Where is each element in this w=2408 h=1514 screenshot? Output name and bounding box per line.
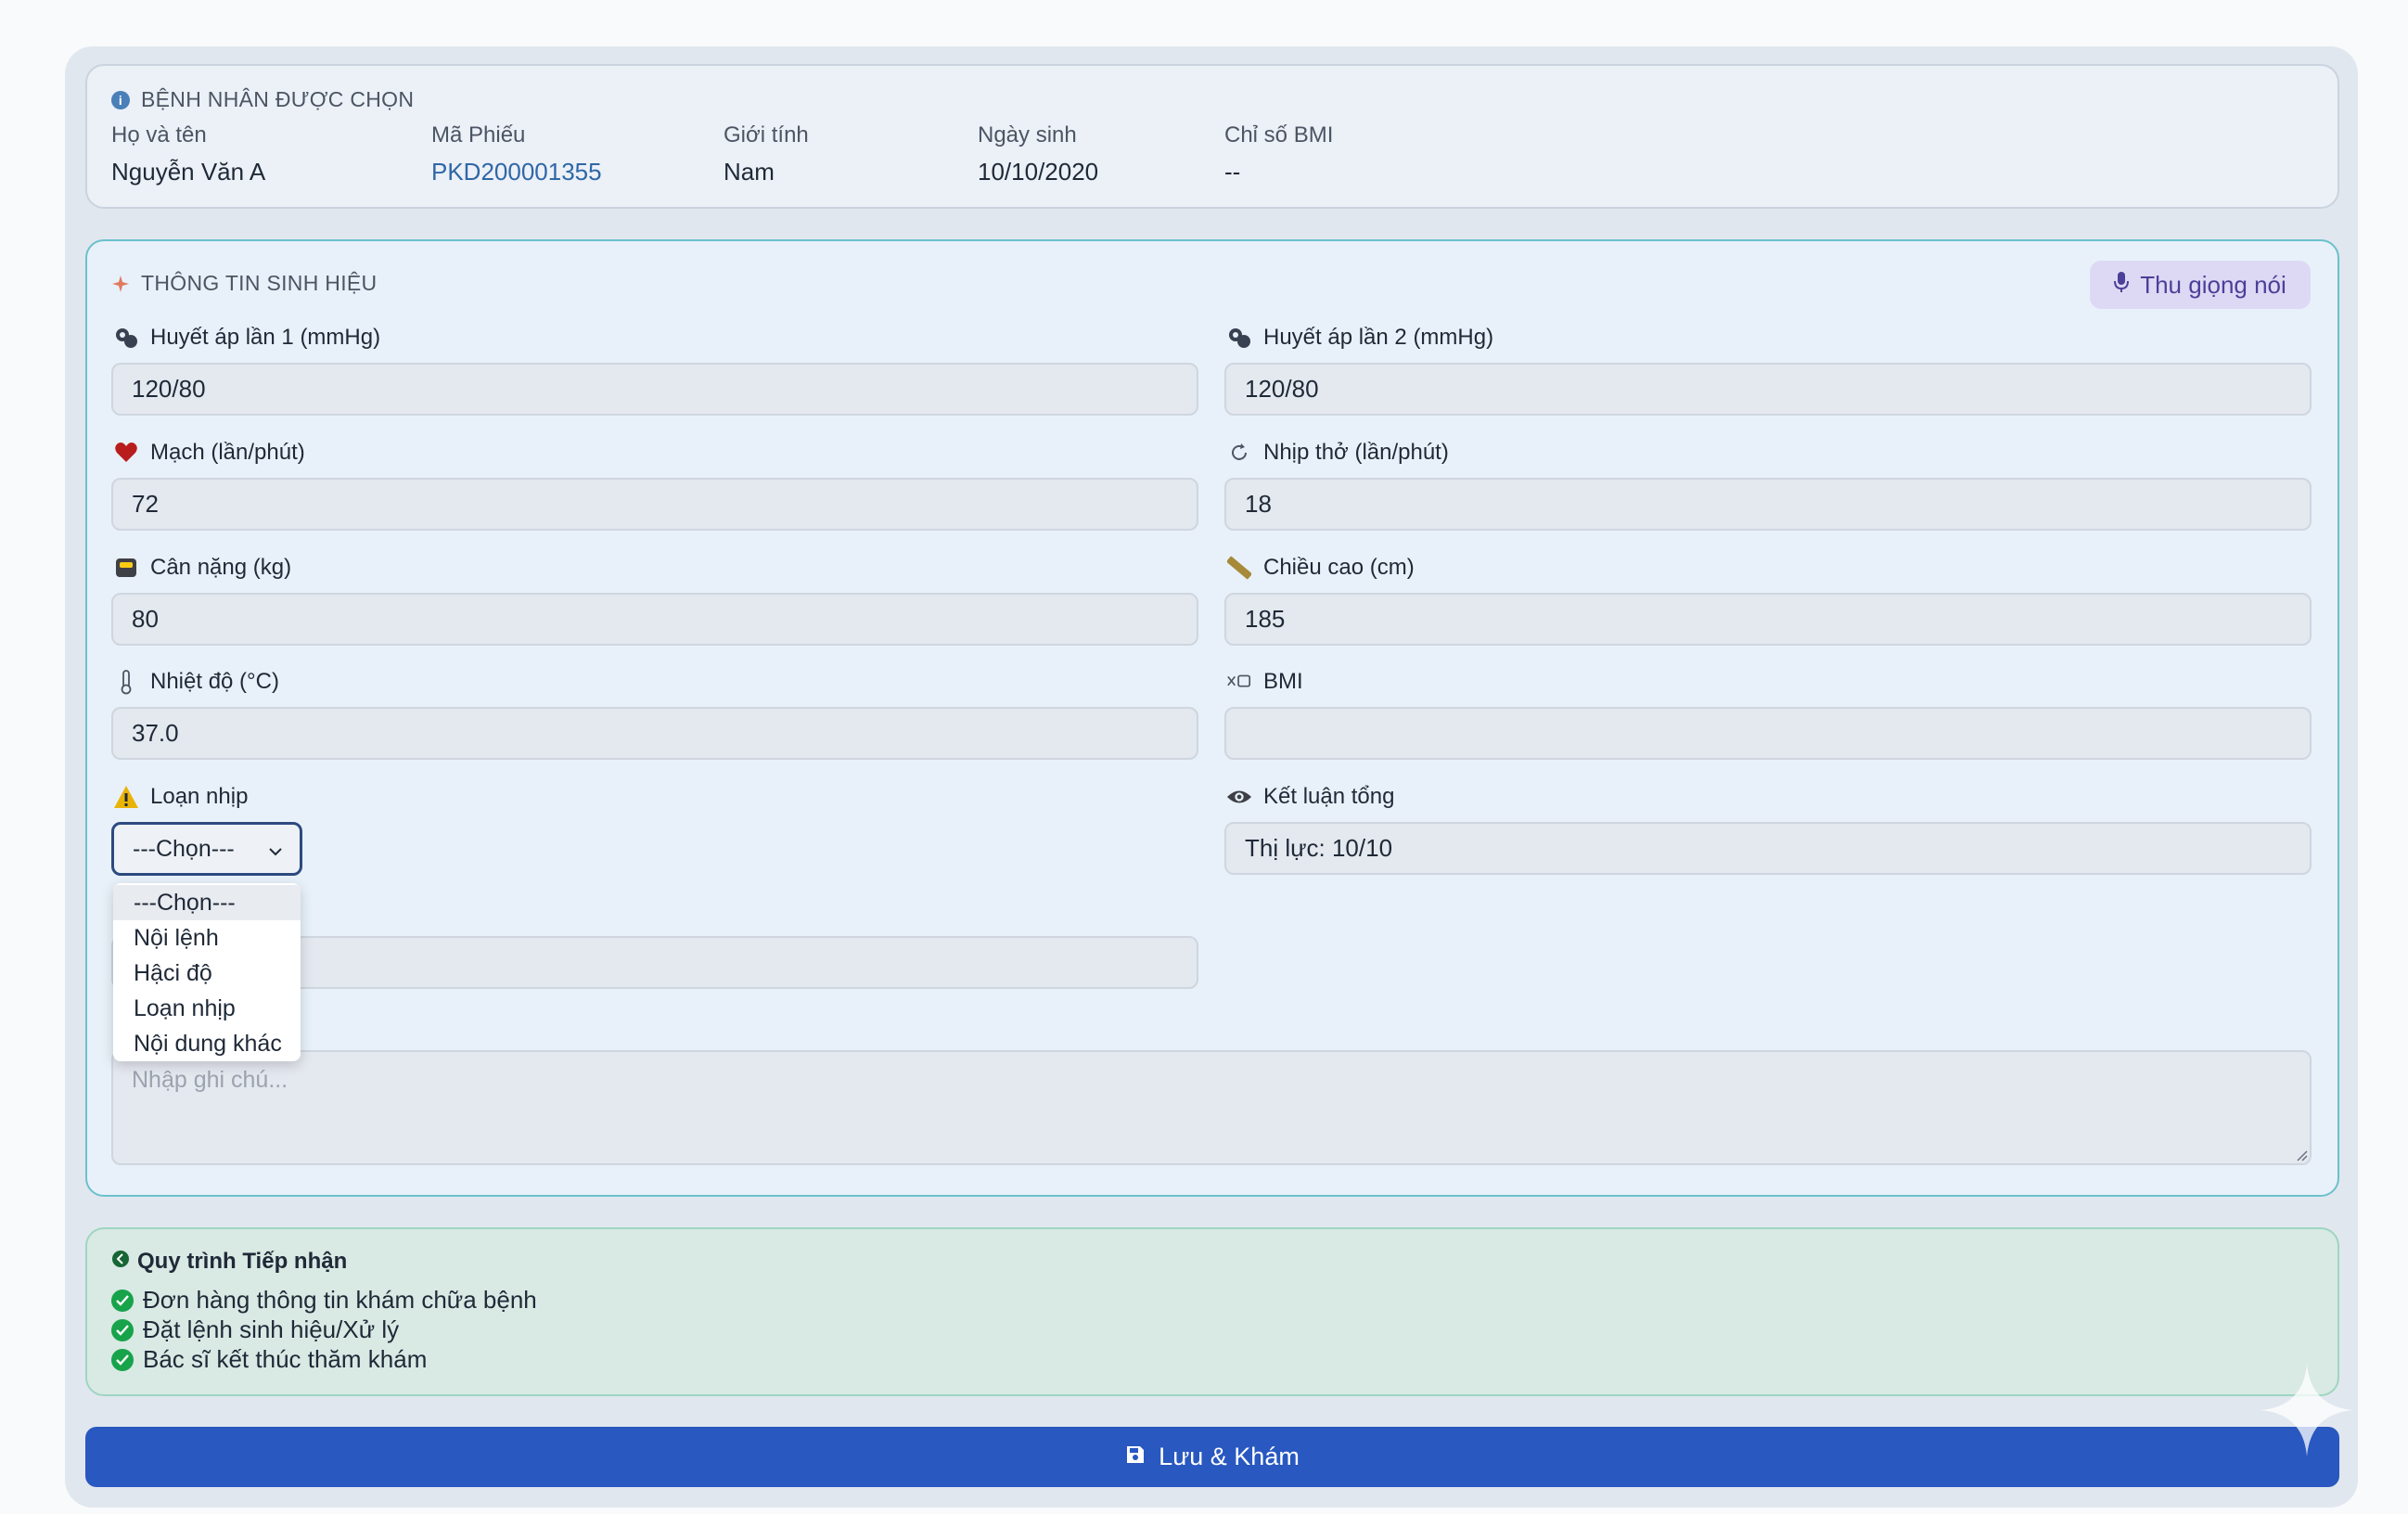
check-circle-icon: [111, 1289, 134, 1312]
bp2-input[interactable]: 120/80: [1224, 363, 2312, 416]
info-icon: i: [111, 90, 130, 109]
bp2-label-text: Huyết áp lần 2 (mmHg): [1263, 325, 1494, 350]
patient-name: Họ và tên Nguyễn Văn A: [111, 122, 265, 186]
sparkle-icon: [2261, 1364, 2353, 1456]
process-step-text: Bác sĩ kết thúc thăm khám: [143, 1345, 428, 1373]
microphone-icon: [2114, 271, 2130, 300]
dropdown-option[interactable]: Loạn nhịp: [113, 991, 301, 1026]
patient-bmi-value: --: [1224, 158, 1241, 186]
eye-icon: [1226, 784, 1252, 810]
pulse-label: Mạch (lần/phút): [113, 440, 305, 466]
process-step: Đơn hàng thông tin khám chữa bệnh: [111, 1286, 537, 1315]
check-circle-icon: [111, 1348, 134, 1371]
arrhythmia-select[interactable]: ---Chọn---: [111, 822, 302, 876]
patient-dob-label: Ngày sinh: [978, 122, 1077, 148]
arrhythmia-dropdown: ---Chọn--- Nội lệnh Hậci độ Loạn nhịp Nộ…: [113, 883, 301, 1061]
dropdown-option[interactable]: Nội dung khác: [113, 1026, 301, 1061]
save-icon: [1125, 1443, 1146, 1471]
warning-icon: [113, 784, 139, 810]
back-circle-icon: [111, 1249, 130, 1275]
arrhythmia-selected-value: ---Chọn---: [133, 835, 235, 862]
patient-gender-value: Nam: [724, 158, 775, 186]
resize-handle-icon[interactable]: [2295, 1148, 2308, 1161]
conclusion-label: Kết luận tổng: [1226, 784, 1394, 810]
arrhythmia-label-text: Loạn nhịp: [150, 784, 249, 809]
patient-gender: Giới tính Nam: [724, 122, 809, 186]
thermometer-icon: [113, 669, 139, 695]
temp-label: Nhiệt độ (°C): [113, 669, 279, 695]
resp-input[interactable]: 18: [1224, 478, 2312, 531]
process-step-text: Đơn hàng thông tin khám chữa bệnh: [143, 1286, 537, 1314]
dropdown-option[interactable]: Hậci độ: [113, 956, 301, 991]
process-step: Bác sĩ kết thúc thăm khám: [111, 1345, 427, 1374]
patient-gender-label: Giới tính: [724, 122, 809, 148]
dropdown-option[interactable]: Nội lệnh: [113, 920, 301, 956]
bp2-label: Huyết áp lần 2 (mmHg): [1226, 325, 1493, 351]
patient-dob-value: 10/10/2020: [978, 158, 1099, 186]
heart-icon: [113, 440, 139, 466]
patient-ticket: Mã Phiếu PKD200001355: [431, 122, 602, 186]
patient-bmi: Chỉ số BMI --: [1224, 122, 1333, 186]
voice-button-label: Thu giọng nói: [2140, 270, 2286, 299]
patient-section-header: i BỆNH NHÂN ĐƯỢC CHỌN: [111, 87, 414, 112]
bp1-label: Huyết áp lần 1 (mmHg): [113, 325, 380, 351]
temp-input[interactable]: 37.0: [111, 707, 1198, 760]
process-title: Quy trình Tiếp nhận: [137, 1249, 348, 1274]
bp1-input[interactable]: 120/80: [111, 363, 1198, 416]
patient-dob: Ngày sinh 10/10/2020: [978, 122, 1098, 186]
pulse-input[interactable]: 72: [111, 478, 1198, 531]
pulse-label-text: Mạch (lần/phút): [150, 440, 305, 465]
height-label: Chiều cao (cm): [1226, 555, 1415, 581]
process-step-text: Đặt lệnh sinh hiệu/Xử lý: [143, 1315, 400, 1343]
conclusion-input[interactable]: Thị lực: 10/10: [1224, 822, 2312, 875]
weight-label-text: Cân nặng (kg): [150, 555, 292, 580]
patient-ticket-link[interactable]: PKD200001355: [431, 158, 602, 186]
conclusion-label-text: Kết luận tổng: [1263, 784, 1395, 809]
bmi-label: BMI: [1226, 669, 1303, 695]
temp-label-text: Nhiệt độ (°C): [150, 669, 279, 694]
save-button-label: Lưu & Khám: [1159, 1443, 1300, 1470]
resp-label-text: Nhịp thở (lần/phút): [1263, 440, 1449, 465]
blood-pressure-icon: [113, 325, 139, 351]
dropdown-option[interactable]: ---Chọn---: [113, 885, 301, 920]
weight-label: Cân nặng (kg): [113, 555, 291, 581]
process-step: Đặt lệnh sinh hiệu/Xử lý: [111, 1315, 399, 1344]
ruler-icon: [1226, 555, 1252, 581]
height-input[interactable]: 185: [1224, 593, 2312, 646]
notes-textarea[interactable]: Nhập ghi chú...: [111, 1050, 2312, 1165]
check-circle-icon: [111, 1318, 134, 1341]
resp-label: Nhịp thở (lần/phút): [1226, 440, 1449, 466]
vitals-section-title: THÔNG TIN SINH HIỆU: [141, 271, 378, 295]
height-label-text: Chiều cao (cm): [1263, 555, 1415, 580]
bmi-label-text: BMI: [1263, 669, 1303, 694]
calculator-icon: [1226, 669, 1252, 695]
scale-icon: [113, 555, 139, 581]
voice-input-button[interactable]: Thu giọng nói: [2090, 261, 2311, 309]
patient-name-value: Nguyễn Văn A: [111, 158, 266, 186]
chevron-down-icon: [268, 836, 283, 863]
patient-section-title: BỆNH NHÂN ĐƯỢC CHỌN: [141, 87, 415, 111]
arrhythmia-label: Loạn nhịp: [113, 784, 248, 810]
vitals-icon: [111, 275, 130, 293]
save-and-examine-button[interactable]: Lưu & Khám: [85, 1427, 2339, 1487]
weight-input[interactable]: 80: [111, 593, 1198, 646]
patient-card: [85, 64, 2339, 209]
bmi-input[interactable]: [1224, 707, 2312, 760]
blood-pressure-icon: [1226, 325, 1252, 351]
refresh-icon: [1226, 440, 1252, 466]
vitals-section-header: THÔNG TIN SINH HIỆU: [111, 271, 377, 296]
patient-name-label: Họ và tên: [111, 122, 207, 148]
patient-ticket-label: Mã Phiếu: [431, 122, 526, 148]
process-header: Quy trình Tiếp nhận: [111, 1249, 347, 1275]
patient-bmi-label: Chỉ số BMI: [1224, 122, 1334, 148]
bp1-label-text: Huyết áp lần 1 (mmHg): [150, 325, 381, 350]
